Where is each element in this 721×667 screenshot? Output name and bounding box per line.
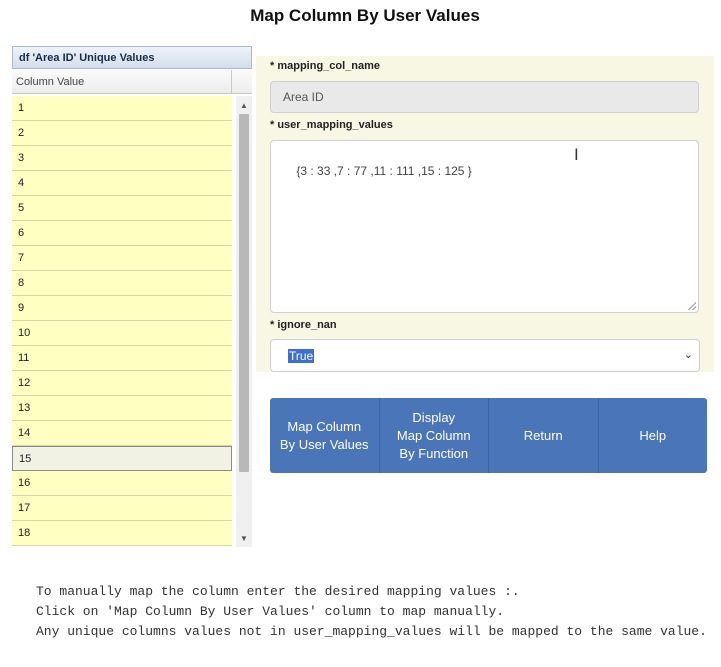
button-bar: Map Column By User Values Display Map Col… bbox=[270, 398, 707, 473]
table-row[interactable]: 3 bbox=[12, 146, 232, 171]
unique-values-grid: df 'Area ID' Unique Values Column Value … bbox=[12, 46, 252, 547]
table-row[interactable]: 15 bbox=[12, 446, 232, 471]
scroll-down-arrow-icon[interactable]: ▼ bbox=[236, 531, 252, 547]
user-mapping-values-textarea[interactable]: {3 : 33 ,7 : 77 ,11 : 111 ,15 : 125 } bbox=[270, 140, 699, 313]
page-title: Map Column By User Values bbox=[250, 6, 480, 25]
table-row[interactable]: 18 bbox=[12, 521, 232, 546]
note-line: Any unique columns values not in user_ma… bbox=[36, 624, 707, 639]
return-button[interactable]: Return bbox=[489, 398, 599, 473]
mapping-col-name-input[interactable]: Area ID bbox=[270, 81, 699, 113]
map-column-by-user-values-button[interactable]: Map Column By User Values bbox=[270, 398, 380, 473]
note-line: Click on 'Map Column By User Values' col… bbox=[36, 604, 505, 619]
grid-scrollbar[interactable]: ▲ ▼ bbox=[236, 96, 252, 547]
table-row[interactable]: 6 bbox=[12, 221, 232, 246]
table-row[interactable]: 7 bbox=[12, 246, 232, 271]
scroll-thumb[interactable] bbox=[239, 114, 249, 472]
column-header-column-value[interactable]: Column Value bbox=[16, 70, 84, 94]
ignore-nan-label: * ignore_nan bbox=[270, 319, 337, 331]
table-row[interactable]: 4 bbox=[12, 171, 232, 196]
user-mapping-values-text: {3 : 33 ,7 : 77 ,11 : 111 ,15 : 125 } bbox=[296, 164, 472, 178]
user-mapping-values-label: * user_mapping_values bbox=[270, 119, 393, 131]
table-row[interactable]: 12 bbox=[12, 371, 232, 396]
table-row[interactable]: 1 bbox=[12, 96, 232, 121]
table-row[interactable]: 8 bbox=[12, 271, 232, 296]
grid-title: df 'Area ID' Unique Values bbox=[12, 46, 252, 69]
table-row[interactable]: 11 bbox=[12, 346, 232, 371]
grid-header: Column Value bbox=[12, 70, 252, 94]
scroll-up-arrow-icon[interactable]: ▲ bbox=[236, 98, 252, 114]
grid-rows: 1 2 3 4 5 6 7 8 9 10 11 12 13 14 15 16 17 18 bbox=[12, 96, 232, 546]
mapping-col-name-label: * mapping_col_name bbox=[270, 60, 381, 72]
table-row[interactable]: 2 bbox=[12, 121, 232, 146]
display-map-column-by-function-button[interactable]: Display Map Column By Function bbox=[380, 398, 489, 473]
table-row[interactable]: 10 bbox=[12, 321, 232, 346]
form-panel: * mapping_col_name Area ID * user_mappin… bbox=[256, 56, 714, 372]
table-row[interactable]: 9 bbox=[12, 296, 232, 321]
ignore-nan-selected-value: True bbox=[288, 349, 315, 363]
help-button[interactable]: Help bbox=[599, 398, 708, 473]
table-row[interactable]: 13 bbox=[12, 396, 232, 421]
resize-grip-icon[interactable] bbox=[688, 302, 696, 310]
ignore-nan-select[interactable]: True ⌄ bbox=[270, 339, 700, 372]
table-row[interactable]: 5 bbox=[12, 196, 232, 221]
instructions-notes: To manually map the column enter the des… bbox=[36, 582, 716, 642]
table-row[interactable]: 17 bbox=[12, 496, 232, 521]
table-row[interactable]: 14 bbox=[12, 421, 232, 446]
table-row[interactable]: 16 bbox=[12, 471, 232, 496]
column-divider bbox=[231, 70, 232, 94]
note-line: To manually map the column enter the des… bbox=[36, 584, 520, 599]
text-cursor-icon: I bbox=[574, 145, 579, 164]
chevron-down-icon: ⌄ bbox=[683, 348, 693, 361]
